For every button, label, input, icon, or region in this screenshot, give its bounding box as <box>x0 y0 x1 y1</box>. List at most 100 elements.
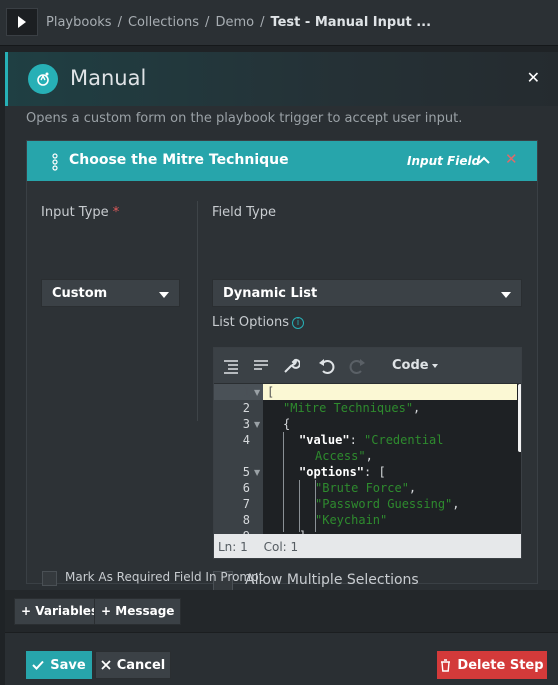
code-token: Access" <box>315 449 366 463</box>
line-number: 7 <box>242 497 250 511</box>
caret-down-icon <box>159 292 169 298</box>
list-options-label: List Options i <box>212 315 305 330</box>
code-line: "options": [ <box>299 465 386 479</box>
code-line: Access", <box>315 449 373 463</box>
save-button[interactable]: Save <box>26 651 92 679</box>
required-field-checkbox[interactable] <box>42 571 57 586</box>
scroll-thumb[interactable] <box>518 384 521 452</box>
delete-step-button[interactable]: Delete Step <box>437 651 547 679</box>
line-number: 6 <box>242 481 250 495</box>
cancel-label: Cancel <box>116 657 166 673</box>
caret-down-icon <box>432 364 438 368</box>
redo-icon[interactable] <box>348 357 366 375</box>
save-label: Save <box>50 657 86 673</box>
input-field-card: Choose the Mitre Technique Input Field ✕… <box>26 140 538 591</box>
close-icon[interactable]: ✕ <box>527 68 540 87</box>
close-icon <box>101 660 111 670</box>
panel-header: Manual ✕ <box>5 52 558 106</box>
top-bar: Playbooks / Collections / Demo / Test - Manual… <box>0 0 558 46</box>
wrench-icon[interactable] <box>282 357 300 375</box>
code-token: "Brute Force" <box>315 481 409 495</box>
code-token: , <box>408 481 417 495</box>
line-number: 5 <box>242 465 250 479</box>
input-type-value: Custom <box>52 286 108 301</box>
caret-down-icon <box>501 292 511 298</box>
variables-label: Variables <box>35 604 99 618</box>
plus-icon: + <box>21 604 32 618</box>
cancel-button[interactable]: Cancel <box>95 651 171 679</box>
compact-icon[interactable] <box>252 357 270 375</box>
drag-handle-icon[interactable] <box>52 153 58 171</box>
breadcrumb-separator: / <box>205 15 210 30</box>
breadcrumb-demo[interactable]: Demo <box>215 15 254 30</box>
field-type-select[interactable]: Dynamic List <box>212 279 522 307</box>
fold-icon[interactable]: ▼ <box>254 468 260 477</box>
editor-statusbar: Ln: 1 Col: 1 <box>214 534 521 558</box>
code-area[interactable]: [ "Mitre Techniques", { "value": "Creden… <box>263 384 517 534</box>
format-icon[interactable] <box>222 357 240 375</box>
line-number: 4 <box>242 433 250 447</box>
cursor-column: Col: 1 <box>263 540 299 554</box>
code-token: "value" <box>299 433 350 447</box>
remove-field-icon[interactable]: ✕ <box>505 150 518 168</box>
code-token: "options" <box>299 465 365 479</box>
indent-guide <box>299 480 300 532</box>
code-line: "Mitre Techniques", <box>283 401 420 415</box>
breadcrumb-current: Test - Manual Input ... <box>270 15 432 30</box>
undo-icon[interactable] <box>318 357 336 375</box>
breadcrumb-playbooks[interactable]: Playbooks <box>46 15 112 30</box>
line-number: 2 <box>242 401 250 415</box>
input-type-label: Input Type * <box>41 205 119 220</box>
code-line: "Password Guessing", <box>315 497 460 511</box>
message-label: Message <box>115 604 175 618</box>
code-token: : <box>349 433 365 447</box>
indent-guide <box>283 432 284 532</box>
code-token: , <box>413 401 421 415</box>
manual-step-panel: Manual ✕ Opens a custom form on the play… <box>5 52 558 685</box>
panel-description: Opens a custom form on the playbook trig… <box>26 111 463 126</box>
code-token: "Mitre Techniques" <box>283 401 414 415</box>
allow-multiple-label: Allow Multiple Selections <box>245 572 419 588</box>
chevron-up-icon[interactable] <box>477 153 491 167</box>
expand-sidebar-button[interactable] <box>6 8 38 36</box>
field-type-label: Field Type <box>212 205 276 220</box>
code-line: [ <box>267 385 275 399</box>
editor-scrollbar[interactable] <box>517 384 521 534</box>
code-token: : [ <box>364 465 386 479</box>
check-icon <box>32 660 45 670</box>
editor-mode-select[interactable]: Code <box>392 358 429 373</box>
line-number: 1 <box>242 385 250 399</box>
column-divider <box>197 201 198 421</box>
line-number: 3 <box>242 417 250 431</box>
code-token: "Password Guessing" <box>315 497 453 511</box>
plus-icon: + <box>101 604 112 618</box>
line-number: 8 <box>242 513 250 527</box>
field-type-value: Dynamic List <box>223 286 318 301</box>
add-message-button[interactable]: + Message <box>94 598 182 625</box>
active-line-highlight <box>263 384 517 400</box>
code-line: { <box>283 417 291 431</box>
input-type-select[interactable]: Custom <box>41 279 180 307</box>
code-token: "Keychain" <box>315 513 388 527</box>
code-token: , <box>452 497 460 511</box>
trash-icon <box>441 658 451 672</box>
code-line: "value": "Credential <box>299 433 444 447</box>
required-asterisk: * <box>112 205 120 220</box>
fold-icon[interactable]: ▼ <box>254 388 260 397</box>
breadcrumb-collections[interactable]: Collections <box>128 15 199 30</box>
delete-label: Delete Step <box>457 657 544 673</box>
list-options-label-text: List Options <box>212 315 290 330</box>
info-icon[interactable]: i <box>292 316 305 329</box>
insert-toolbar: + Variables + Message <box>5 590 558 632</box>
breadcrumb: Playbooks / Collections / Demo / Test - Manual… <box>46 15 431 30</box>
editor-toolbar: Code <box>214 348 521 384</box>
panel-footer: Save Cancel Delete Step <box>5 632 558 685</box>
breadcrumb-separator: / <box>260 15 265 30</box>
code-token: , <box>365 449 373 463</box>
list-options-editor[interactable]: Code 1 ▼ 2 3 ▼ 4 5 ▼ 6 7 8 9 <box>213 347 522 559</box>
input-field-tag: Input Field <box>407 154 481 168</box>
card-header[interactable]: Choose the Mitre Technique Input Field ✕ <box>27 141 537 181</box>
card-title: Choose the Mitre Technique <box>69 152 289 168</box>
fold-icon[interactable]: ▼ <box>254 420 260 429</box>
add-variables-button[interactable]: + Variables <box>14 598 106 625</box>
